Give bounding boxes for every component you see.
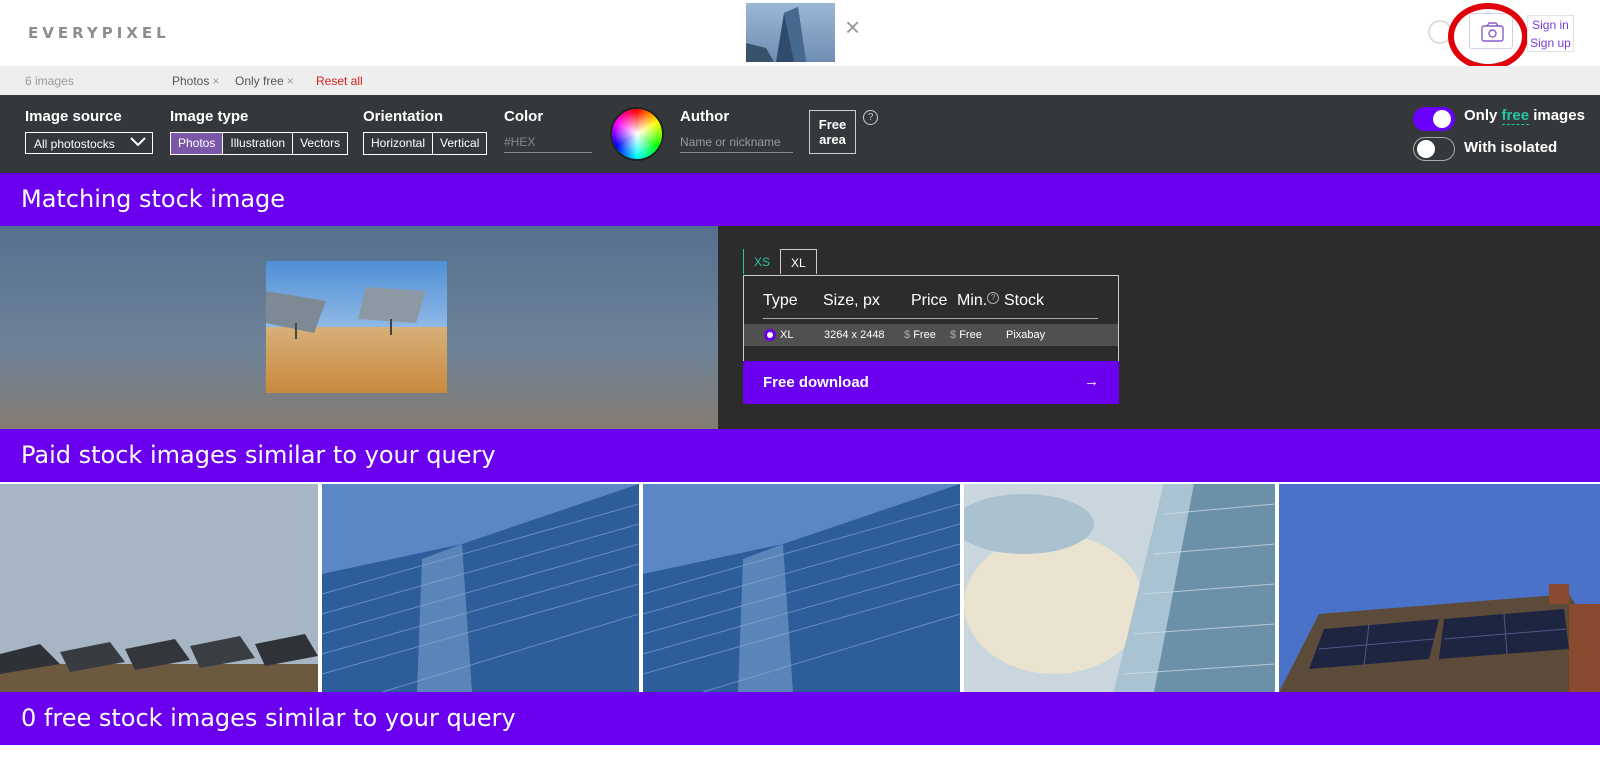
paid-image-solar-roof[interactable] [1279,484,1600,692]
filter-bar: Image source All photostocks Image type … [0,95,1600,173]
paid-images-grid [0,484,1600,692]
currency-sign: $ [950,329,957,341]
paid-section-title: Paid stock images similar to your query [0,429,1600,482]
auth-box: Sign in Sign up [1527,15,1574,52]
orientation-horizontal[interactable]: Horizontal [364,133,434,154]
row-price: $ Free [904,329,936,341]
active-filters-strip: 6 images Photos × Only free × Reset all [0,66,1600,95]
only-free-label: Only free images [1464,107,1585,125]
author-input[interactable]: Name or nickname [680,135,793,153]
filter-tag-label: Only free [235,74,284,88]
everypixel-logo[interactable]: EVERYPIXEL [28,24,170,42]
toggle-knob [1417,140,1435,158]
orientation-group: Horizontal Vertical [363,132,488,155]
with-isolated-toggle[interactable] [1413,137,1455,161]
image-type-group: Photos Illustration Vectors [170,132,349,155]
table-divider [763,318,1098,319]
image-source-select[interactable]: All photostocks [25,132,153,154]
free-download-label: Free download [763,374,869,391]
tab-xs[interactable]: XS [743,249,780,274]
size-table: Type Size, px Price Min.? Stock XL 3264 … [743,275,1119,363]
color-label: Color [504,108,544,125]
image-type-vectors[interactable]: Vectors [293,133,347,154]
table-row[interactable]: XL 3264 x 2448 $ Free $ Free Pixabay [744,324,1118,346]
free-area-line1: Free [818,117,847,132]
color-wheel-picker[interactable] [610,107,664,161]
column-min: Min.? [957,292,1000,310]
row-price-value: Free [913,329,936,341]
filter-tag-photos[interactable]: Photos × [172,74,219,88]
help-icon[interactable]: ? [987,292,1000,304]
help-icon[interactable]: ? [863,110,878,125]
hex-color-input[interactable]: #HEX [504,135,592,153]
free-area-button[interactable]: Free area [809,110,856,154]
paid-image-glass-building-1[interactable] [322,484,639,692]
row-size: 3264 x 2448 [824,329,885,341]
row-min: $ Free [950,329,982,341]
matching-image-panel: XS XL Type Size, px Price Min.? Stock XL… [0,226,1600,429]
with-isolated-label: With isolated [1464,139,1558,156]
matching-image[interactable] [266,261,447,393]
column-stock: Stock [1004,292,1045,309]
highlight-annotation-circle [1448,3,1528,70]
row-min-value: Free [959,329,982,341]
free-section-title: 0 free stock images similar to your quer… [0,692,1600,745]
row-radio[interactable] [764,329,776,341]
column-size: Size, px [823,292,880,309]
free-download-button[interactable]: Free download → [743,361,1119,404]
only-free-toggle[interactable] [1413,107,1455,131]
sign-in-link[interactable]: Sign in [1528,16,1573,34]
orientation-label: Orientation [363,108,444,125]
column-price: Price [911,292,948,309]
clear-query-button[interactable]: × [845,14,860,40]
filter-tag-only-free[interactable]: Only free × [235,74,294,88]
currency-sign: $ [904,329,911,341]
paid-image-solar-field[interactable] [0,484,318,692]
free-area-line2: area [819,132,846,147]
remove-filter-icon[interactable]: × [287,74,294,88]
filter-tag-label: Photos [172,74,210,88]
orientation-vertical[interactable]: Vertical [433,133,486,154]
results-count: 6 images [25,74,74,88]
image-source-value: All photostocks [34,137,115,151]
image-type-illustration[interactable]: Illustration [223,133,294,154]
size-tabs: XS XL [743,249,817,274]
paid-image-glass-building-2[interactable] [643,484,960,692]
image-source-label: Image source [25,108,122,125]
top-header: EVERYPIXEL × Sign in Sign up [0,0,1600,70]
matching-section-title: Matching stock image [0,173,1600,226]
tab-xl[interactable]: XL [780,249,817,274]
paid-image-skyscraper-clouds[interactable] [964,484,1275,692]
only-free-post: images [1529,107,1585,124]
author-label: Author [680,108,730,125]
only-free-pre: Only [1464,107,1502,124]
query-image-thumbnail[interactable] [746,3,835,62]
arrow-right-icon: → [1084,373,1099,390]
row-type: XL [780,329,794,341]
row-stock: Pixabay [1006,329,1046,341]
sign-up-link[interactable]: Sign up [1528,34,1573,52]
reset-all-link[interactable]: Reset all [316,74,363,88]
column-type: Type [763,292,798,309]
only-free-link[interactable]: free [1501,107,1530,125]
matching-image-backdrop [0,226,718,429]
chevron-down-icon [130,137,146,147]
toggle-knob [1433,110,1451,128]
remove-filter-icon[interactable]: × [212,74,219,88]
image-type-label: Image type [170,108,249,125]
column-min-label: Min. [957,292,988,309]
image-type-photos[interactable]: Photos [171,133,224,154]
